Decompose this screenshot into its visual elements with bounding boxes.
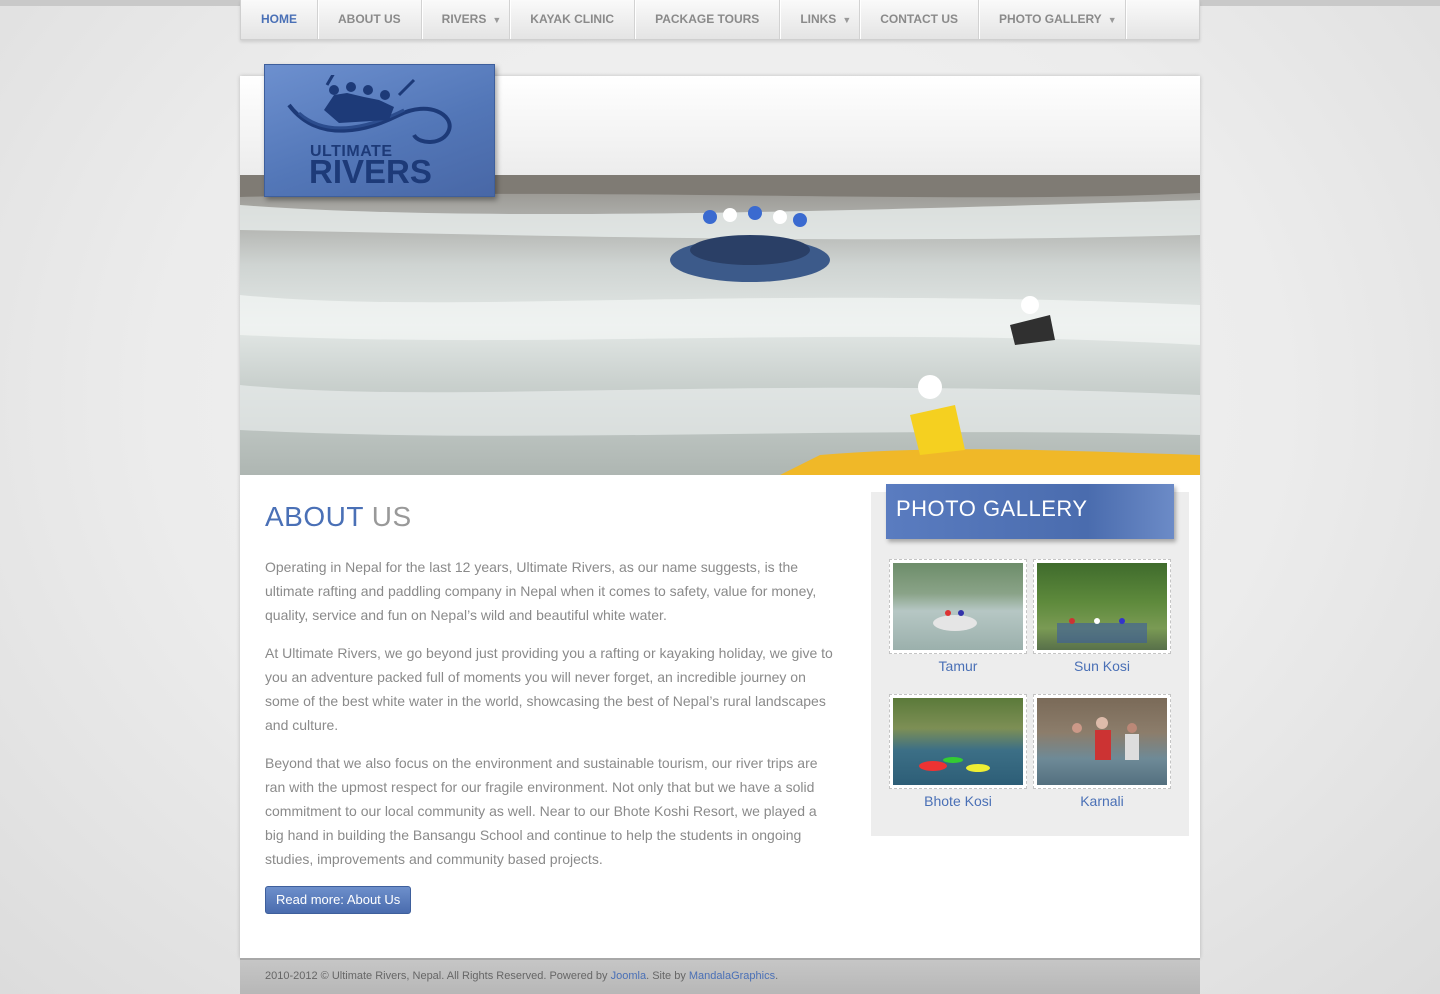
title-highlight: ABOUT <box>265 501 364 532</box>
footer-site-by: . Site by <box>646 970 689 982</box>
people-photo-icon <box>1072 717 1139 760</box>
photo-sun-kosi <box>1037 563 1167 650</box>
gallery-thumb-tamur[interactable] <box>889 559 1027 654</box>
nav-home-label: HOME <box>261 12 297 26</box>
page-container: ULTIMATE RIVERS ABOUT US Operating in Ne… <box>240 64 1200 958</box>
photo-tamur <box>893 563 1023 650</box>
gallery-header: PHOTO GALLERY <box>886 484 1174 539</box>
gallery-thumb-karnali[interactable] <box>1033 694 1171 789</box>
gallery-title: PHOTO GALLERY <box>896 496 1088 521</box>
gallery-thumb-sun-kosi[interactable] <box>1033 559 1171 654</box>
gallery-label-sun-kosi[interactable]: Sun Kosi <box>1033 658 1171 674</box>
nav-kayak-label: KAYAK CLINIC <box>530 12 615 26</box>
nav-links[interactable]: LINKS ▼ <box>780 0 861 39</box>
kayak-photo-icon <box>919 757 990 772</box>
main-nav: HOME ABOUT US RIVERS ▼ KAYAK CLINIC PACKA… <box>240 0 1200 40</box>
raft-photo-icon <box>933 610 977 631</box>
nav-photo-gallery[interactable]: PHOTO GALLERY ▼ <box>979 0 1126 39</box>
footer-text: 2010-2012 © Ultimate Rivers, Nepal. All … <box>265 970 778 982</box>
paragraph-environment: Beyond that we also focus on the environ… <box>265 755 818 867</box>
nav-kayak-clinic[interactable]: KAYAK CLINIC <box>510 0 636 39</box>
chevron-down-icon: ▼ <box>842 15 852 25</box>
photo-gallery-module: PHOTO GALLERY Tamur Sun Kosi Bhote Kosi … <box>871 484 1189 836</box>
group-photo-icon <box>1057 618 1147 643</box>
nav-package-label: PACKAGE TOURS <box>655 12 760 26</box>
main-content: ABOUT US Operating in Nepal for the last… <box>265 501 835 871</box>
nav-about-label: ABOUT US <box>338 12 401 26</box>
footer-end: . <box>775 970 779 982</box>
paragraph-intro: Operating in Nepal for the last 12 years… <box>265 559 817 623</box>
title-rest: US <box>363 501 412 532</box>
nav-gallery-label: PHOTO GALLERY <box>999 12 1102 26</box>
chevron-down-icon: ▼ <box>492 15 502 25</box>
site-logo[interactable]: ULTIMATE RIVERS <box>264 64 495 197</box>
mandala-link[interactable]: MandalaGraphics <box>689 970 775 982</box>
chevron-down-icon: ▼ <box>1107 15 1117 25</box>
paragraph-adventure: At Ultimate Rivers, we go beyond just pr… <box>265 645 833 733</box>
nav-home[interactable]: HOME <box>241 0 318 39</box>
page-title: ABOUT US <box>265 501 835 533</box>
footer-copyright: 2010-2012 © Ultimate Rivers, Nepal. All … <box>265 970 611 982</box>
nav-package-tours[interactable]: PACKAGE TOURS <box>635 0 781 39</box>
logo-line2: RIVERS <box>309 153 432 190</box>
photo-karnali <box>1037 698 1167 785</box>
gallery-label-tamur[interactable]: Tamur <box>889 658 1027 674</box>
gallery-label-bhote-kosi[interactable]: Bhote Kosi <box>889 793 1027 809</box>
photo-bhote-kosi <box>893 698 1023 785</box>
nav-contact-label: CONTACT US <box>880 12 959 26</box>
gallery-thumb-bhote-kosi[interactable] <box>889 694 1027 789</box>
read-more-button[interactable]: Read more: About Us <box>265 886 412 914</box>
gallery-label-karnali[interactable]: Karnali <box>1033 793 1171 809</box>
nav-contact-us[interactable]: CONTACT US <box>860 0 980 39</box>
joomla-link[interactable]: Joomla <box>611 970 646 982</box>
hero-banner-image <box>240 175 1200 475</box>
rafting-scene-illustration <box>240 175 1200 475</box>
nav-about-us[interactable]: ABOUT US <box>318 0 422 39</box>
nav-links-label: LINKS <box>800 12 837 26</box>
nav-rivers-label: RIVERS <box>441 12 487 26</box>
nav-rivers[interactable]: RIVERS ▼ <box>422 0 511 39</box>
site-footer: 2010-2012 © Ultimate Rivers, Nepal. All … <box>240 958 1200 994</box>
